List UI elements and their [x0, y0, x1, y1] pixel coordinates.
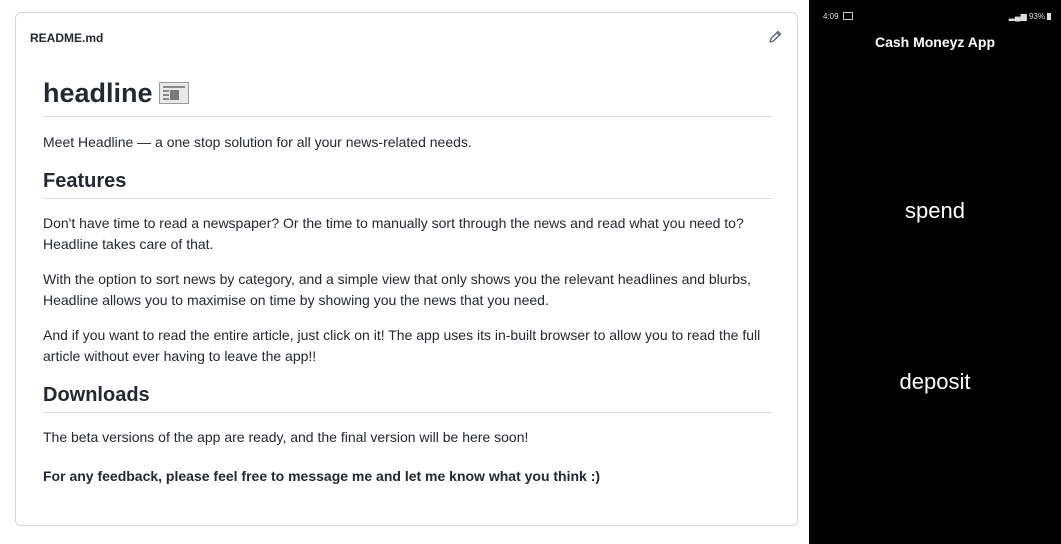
feedback-paragraph: For any feedback, please feel free to me…: [43, 468, 601, 484]
readme-content: headline Meet Headline — a one stop solu…: [43, 73, 772, 487]
status-bar-right: ▂▄▆ 93%: [1009, 12, 1051, 21]
readme-panel: README.md headline Meet Headline — a one…: [15, 12, 798, 526]
newspaper-icon: [158, 82, 189, 104]
features-paragraph-2: With the option to sort news by category…: [43, 271, 751, 308]
readme-filename: README.md: [30, 31, 104, 45]
intro-paragraph: Meet Headline — a one stop solution for …: [43, 134, 472, 150]
cast-icon: [842, 12, 853, 20]
phone-screen: 4:09 ▂▄▆ 93% Cash Moneyz App spend depos…: [809, 0, 1061, 544]
readme-title: headline: [43, 73, 772, 117]
deposit-button[interactable]: deposit: [809, 369, 1061, 395]
status-bar-time: 4:09: [823, 12, 853, 21]
readme-title-text: headline: [43, 78, 153, 108]
features-paragraph-3: And if you want to read the entire artic…: [43, 327, 761, 364]
battery-text: 93%: [1028, 12, 1045, 21]
spend-button[interactable]: spend: [809, 198, 1061, 224]
readme-header: README.md: [16, 13, 797, 59]
downloads-paragraph: The beta versions of the app are ready, …: [43, 429, 529, 445]
edit-pencil-icon[interactable]: [765, 27, 785, 47]
downloads-heading: Downloads: [43, 381, 772, 413]
features-paragraph-1: Don't have time to read a newspaper? Or …: [43, 215, 744, 252]
features-heading: Features: [43, 167, 772, 199]
battery-icon: [1047, 13, 1051, 20]
app-title: Cash Moneyz App: [874, 34, 996, 50]
status-time-text: 4:09: [823, 12, 839, 21]
signal-icon: ▂▄▆: [1008, 12, 1027, 21]
